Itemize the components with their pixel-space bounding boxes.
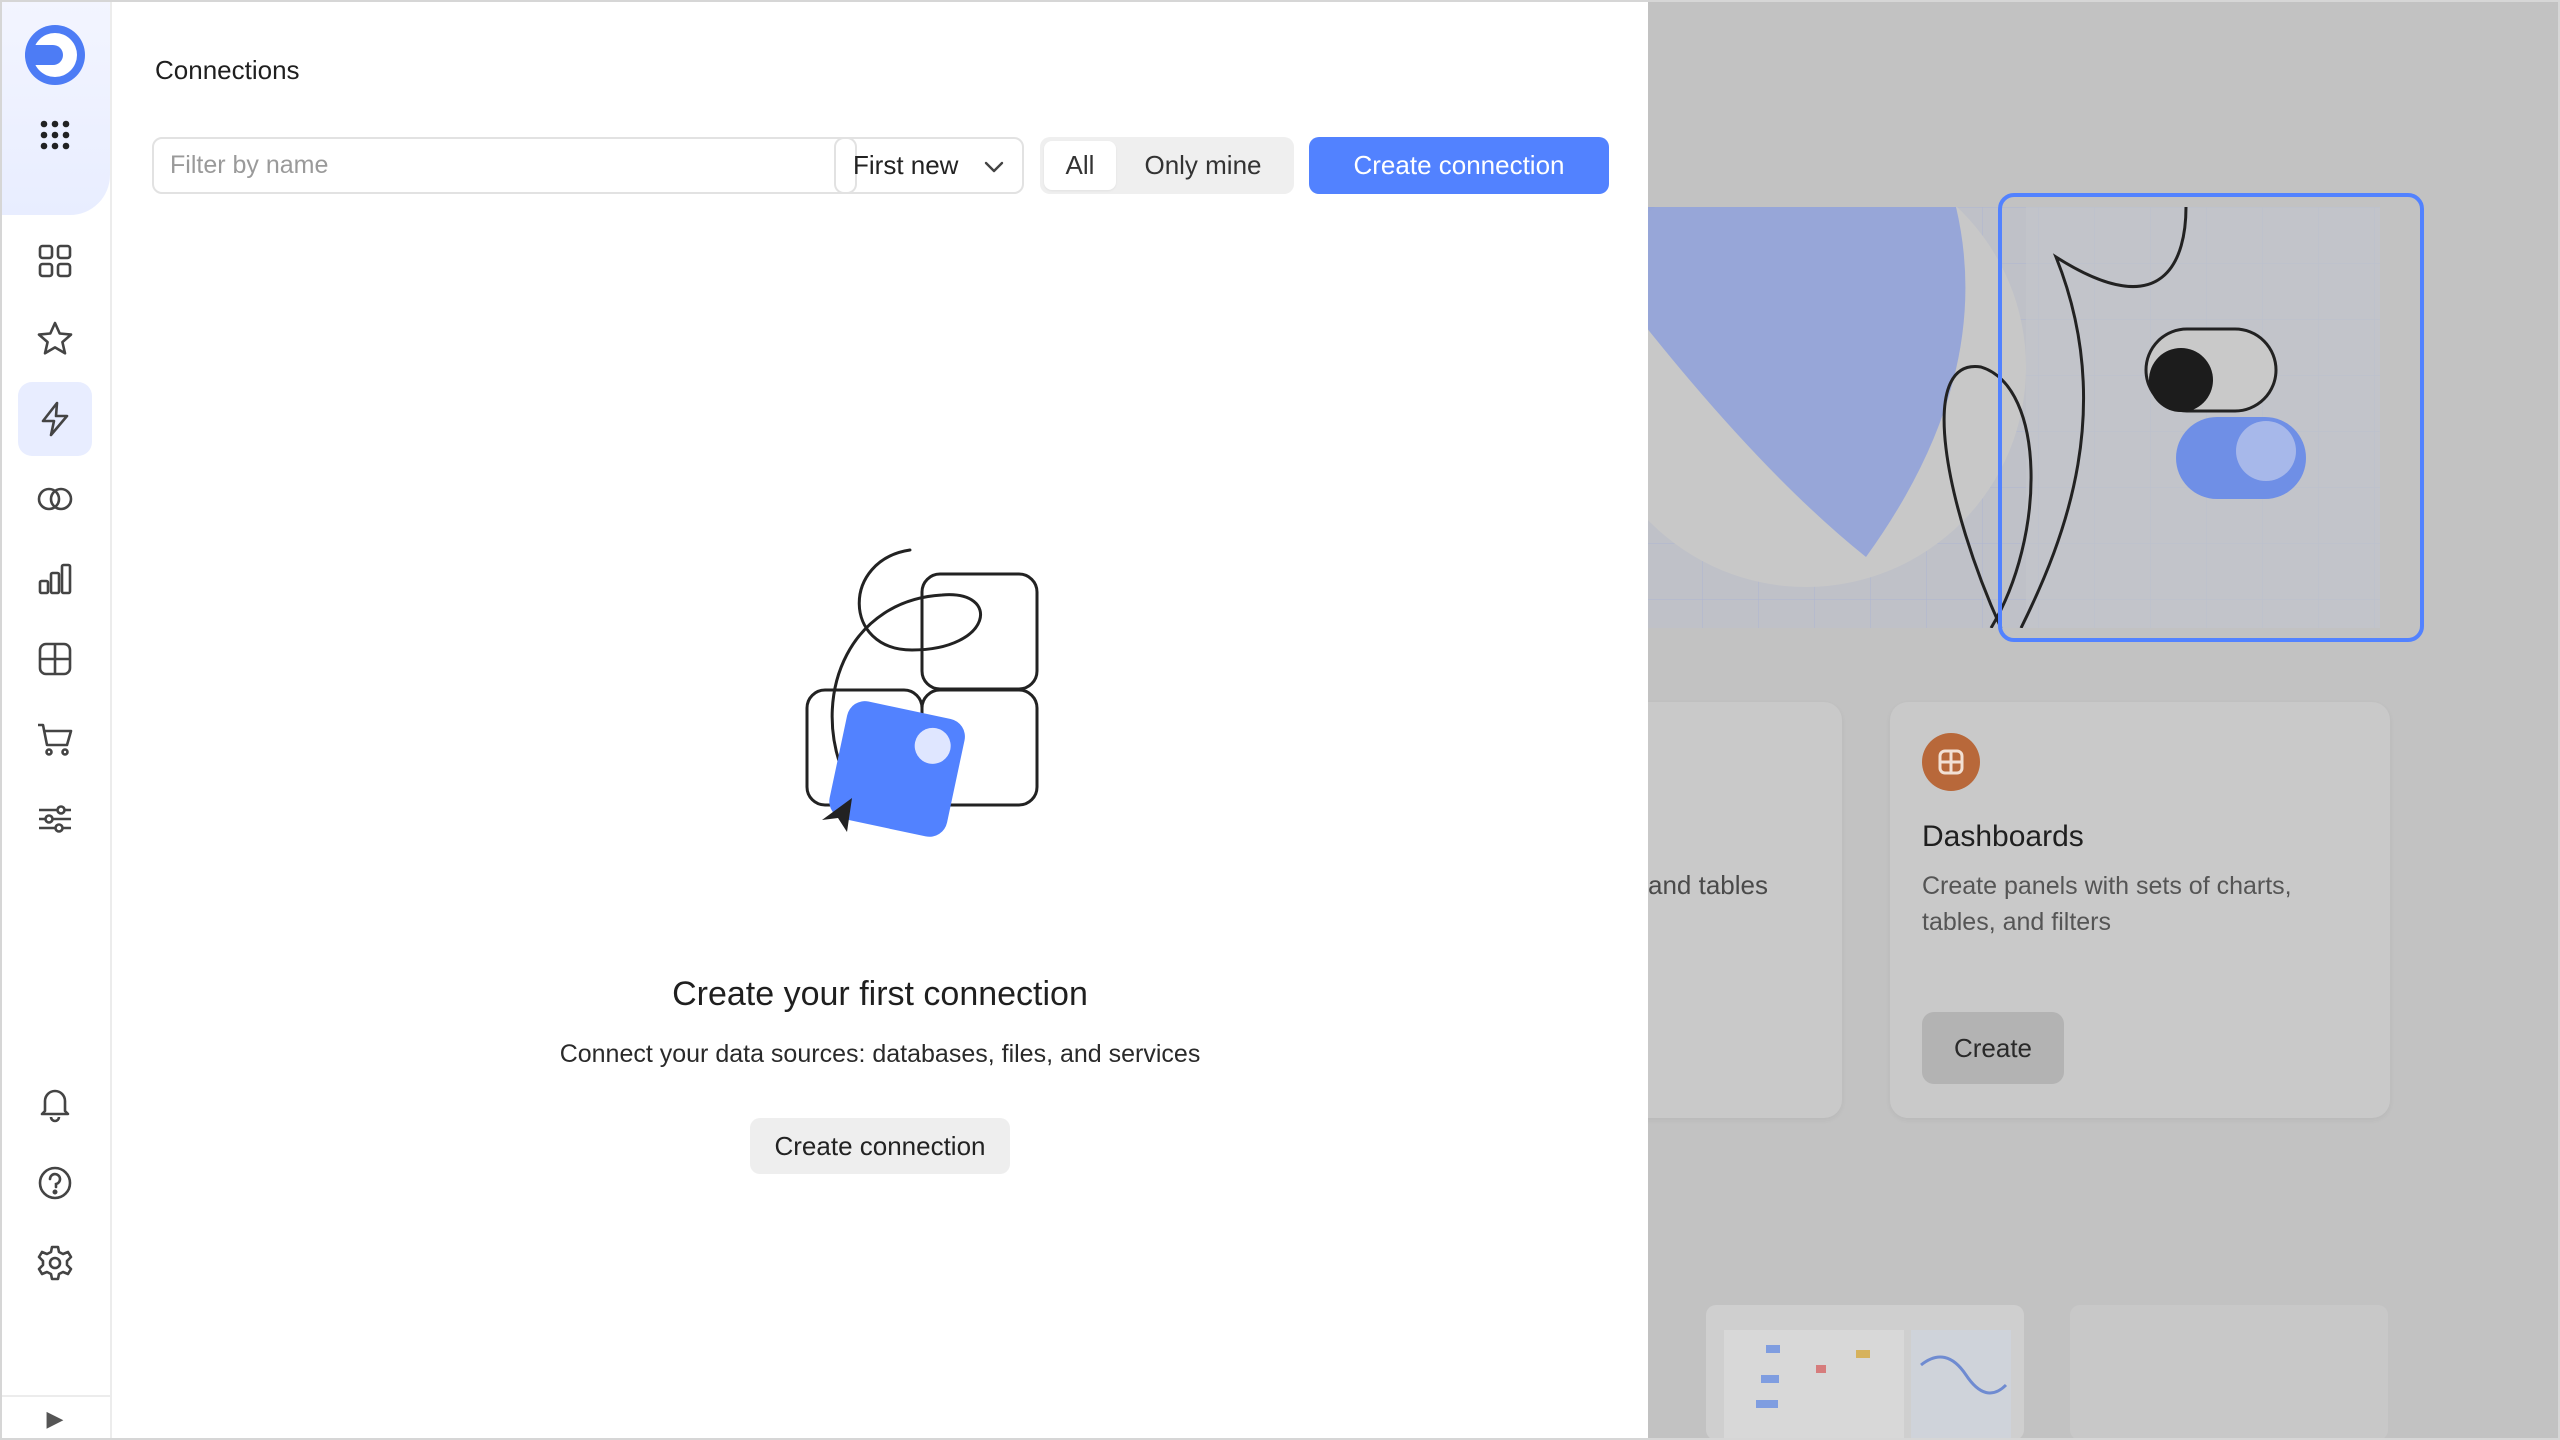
charts-icon[interactable] xyxy=(18,542,92,616)
segment-only-mine[interactable]: Only mine xyxy=(1116,141,1290,190)
background-thumbnail xyxy=(2070,1305,2388,1440)
segment-all[interactable]: All xyxy=(1044,141,1116,190)
empty-create-connection-button[interactable]: Create connection xyxy=(750,1118,1010,1174)
background-create-button[interactable]: Create xyxy=(1922,1012,2064,1084)
logo-icon[interactable] xyxy=(18,18,92,92)
dashboard-icon xyxy=(1922,733,1980,791)
apps-grid-icon[interactable] xyxy=(18,98,92,172)
ownership-segment: All Only mine xyxy=(1040,137,1294,194)
hero-highlight-frame xyxy=(1998,193,2424,642)
collapse-rail-button[interactable]: ▶ xyxy=(0,1395,110,1440)
background-thumbnail xyxy=(1706,1305,2024,1440)
background-card-description: Create panels with sets of charts, table… xyxy=(1922,872,2292,936)
sort-select-value: First new xyxy=(853,150,959,180)
help-icon[interactable] xyxy=(18,1146,92,1220)
datasets-icon[interactable] xyxy=(18,462,92,536)
collections-icon[interactable] xyxy=(18,224,92,298)
settings-gear-icon[interactable] xyxy=(18,1226,92,1300)
filter-input[interactable] xyxy=(152,137,857,194)
sort-select[interactable]: First new xyxy=(834,137,1024,194)
dashboards-icon[interactable] xyxy=(18,622,92,696)
left-rail: ▶ xyxy=(0,0,112,1440)
empty-state-title: Create your first connection xyxy=(672,975,1088,1013)
connections-panel: Connections First new All Only mine Crea… xyxy=(112,0,1648,1440)
favorites-star-icon[interactable] xyxy=(18,302,92,376)
empty-state-description: Connect your data sources: databases, fi… xyxy=(559,1040,1201,1068)
create-connection-button[interactable]: Create connection xyxy=(1309,137,1609,194)
notifications-bell-icon[interactable] xyxy=(18,1066,92,1140)
background-card-title: Dashboards xyxy=(1922,820,2084,853)
page-title: Connections xyxy=(155,55,300,85)
background-card-partial-text: and tables xyxy=(1648,870,1768,900)
expand-arrow-icon: ▶ xyxy=(46,1405,64,1431)
chevron-down-icon xyxy=(984,161,1004,173)
empty-state-illustration xyxy=(805,548,1039,837)
connections-bolt-icon[interactable] xyxy=(18,382,92,456)
marketplace-cart-icon[interactable] xyxy=(18,702,92,776)
settings-sliders-icon[interactable] xyxy=(18,782,92,856)
